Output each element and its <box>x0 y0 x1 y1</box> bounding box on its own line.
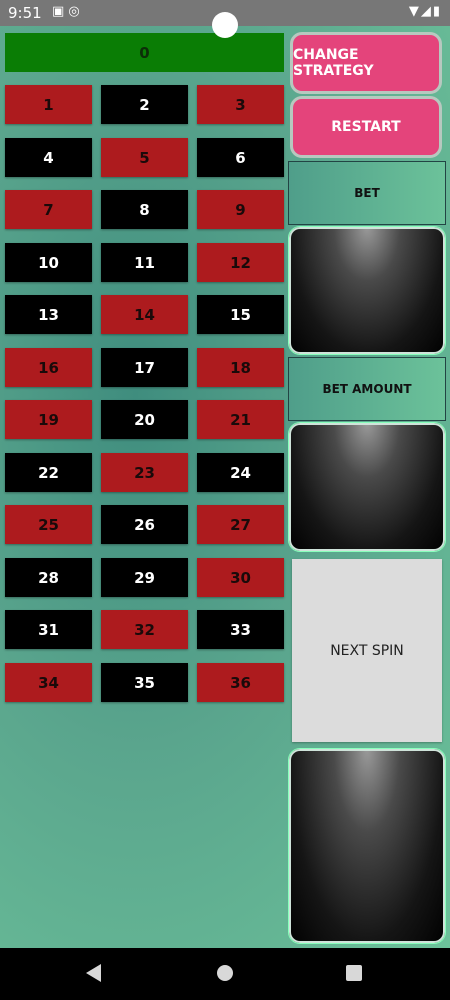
number-cell-4[interactable]: 4 <box>5 138 92 177</box>
number-cell-25[interactable]: 25 <box>5 505 92 544</box>
number-cell-28[interactable]: 28 <box>5 558 92 597</box>
number-cell-13[interactable]: 13 <box>5 295 92 334</box>
back-icon[interactable] <box>86 964 101 982</box>
camera-cutout <box>212 12 238 38</box>
number-cell-29[interactable]: 29 <box>101 558 188 597</box>
number-cell-32[interactable]: 32 <box>101 610 188 649</box>
number-cell-30[interactable]: 30 <box>197 558 284 597</box>
number-cell-22[interactable]: 22 <box>5 453 92 492</box>
number-cell-12[interactable]: 12 <box>197 243 284 282</box>
recents-icon[interactable] <box>346 965 362 981</box>
number-cell-15[interactable]: 15 <box>197 295 284 334</box>
number-cell-16[interactable]: 16 <box>5 348 92 387</box>
app-container: 0 1 2 3 4 5 6 7 8 9 10 11 12 13 14 15 16 17 18 19 20 21 22 23 2… <box>0 26 450 948</box>
system-icons: ▼◢▮ <box>408 4 442 19</box>
number-cell-14[interactable]: 14 <box>101 295 188 334</box>
number-cell-8[interactable]: 8 <box>101 190 188 229</box>
number-cell-33[interactable]: 33 <box>197 610 284 649</box>
number-cell-34[interactable]: 34 <box>5 663 92 702</box>
number-cell-23[interactable]: 23 <box>101 453 188 492</box>
number-cell-18[interactable]: 18 <box>197 348 284 387</box>
notification-icons: ▣ ◎ <box>52 4 80 19</box>
home-icon[interactable] <box>217 965 233 981</box>
number-cell-7[interactable]: 7 <box>5 190 92 229</box>
bet-amount-panel[interactable] <box>288 422 446 552</box>
number-cell-10[interactable]: 10 <box>5 243 92 282</box>
number-cell-24[interactable]: 24 <box>197 453 284 492</box>
number-cell-31[interactable]: 31 <box>5 610 92 649</box>
number-cell-3[interactable]: 3 <box>197 85 284 124</box>
number-cell-35[interactable]: 35 <box>101 663 188 702</box>
number-cell-0[interactable]: 0 <box>5 33 284 72</box>
number-cell-17[interactable]: 17 <box>101 348 188 387</box>
bet-label: BET <box>288 161 446 225</box>
status-time: 9:51 <box>8 4 42 22</box>
number-cell-11[interactable]: 11 <box>101 243 188 282</box>
number-cell-26[interactable]: 26 <box>101 505 188 544</box>
bet-amount-label: BET AMOUNT <box>288 357 446 421</box>
number-cell-9[interactable]: 9 <box>197 190 284 229</box>
next-spin-button[interactable]: NEXT SPIN <box>292 559 442 742</box>
number-cell-36[interactable]: 36 <box>197 663 284 702</box>
number-cell-1[interactable]: 1 <box>5 85 92 124</box>
number-cell-5[interactable]: 5 <box>101 138 188 177</box>
restart-button[interactable]: RESTART <box>290 96 442 158</box>
number-cell-20[interactable]: 20 <box>101 400 188 439</box>
number-cell-27[interactable]: 27 <box>197 505 284 544</box>
navigation-bar <box>0 948 450 1000</box>
number-cell-6[interactable]: 6 <box>197 138 284 177</box>
bet-display-panel[interactable] <box>288 226 446 355</box>
number-cell-21[interactable]: 21 <box>197 400 284 439</box>
number-cell-19[interactable]: 19 <box>5 400 92 439</box>
number-cell-2[interactable]: 2 <box>101 85 188 124</box>
result-panel <box>288 748 446 944</box>
change-strategy-button[interactable]: CHANGE STRATEGY <box>290 32 442 94</box>
